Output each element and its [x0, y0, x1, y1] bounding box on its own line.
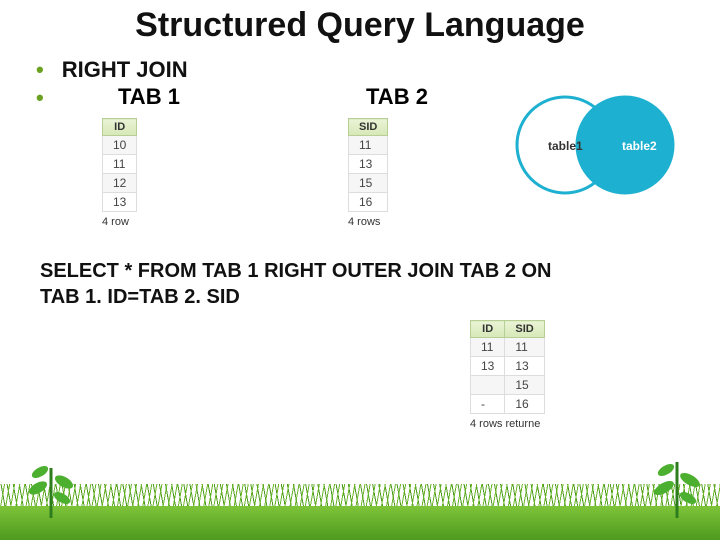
bullet-dot-icon: • [36, 56, 44, 84]
query-line: SELECT * FROM TAB 1 RIGHT OUTER JOIN TAB… [40, 258, 600, 284]
plant-right-icon [652, 454, 702, 518]
result-table-block: ID SID 1111 1313 15 -16 4 rows returne [470, 320, 545, 430]
bullet-dot-icon: • [36, 84, 44, 112]
page-title: Structured Query Language [0, 6, 720, 45]
table-row: 16 [349, 193, 388, 212]
tab2-table-block: SID 11 13 15 16 4 rows [348, 118, 388, 228]
table-row: 1313 [471, 357, 545, 376]
table-row: 11 [349, 136, 388, 155]
tab2-header: SID [349, 119, 388, 136]
slide: Structured Query Language • RIGHT JOIN •… [0, 0, 720, 540]
tab1-rowcount: 4 row [102, 216, 137, 228]
table-row: 15 [349, 174, 388, 193]
plant-left-icon [26, 458, 76, 518]
tab1-header: ID [103, 119, 137, 136]
tab2-heading: TAB 2 [366, 84, 428, 110]
bullet-item: • RIGHT JOIN [36, 56, 188, 84]
venn-right-label: table2 [622, 139, 657, 153]
query-line: TAB 1. ID=TAB 2. SID [40, 284, 600, 310]
venn-diagram: table1 table2 [500, 90, 690, 200]
sql-query: SELECT * FROM TAB 1 RIGHT OUTER JOIN TAB… [40, 258, 600, 310]
tab1-heading: TAB 1 [118, 84, 180, 110]
venn-left-label: table1 [548, 139, 583, 153]
table-row: 10 [103, 136, 137, 155]
table-row: 13 [349, 155, 388, 174]
table-row: 12 [103, 174, 137, 193]
tab1-table: ID 10 11 12 13 [102, 118, 137, 212]
result-header-id: ID [471, 321, 505, 338]
venn-svg: table1 table2 [500, 90, 690, 200]
result-rowcount: 4 rows returne [470, 418, 545, 430]
tab2-rowcount: 4 rows [348, 216, 388, 228]
bullet-text: RIGHT JOIN [62, 56, 188, 84]
tab2-table: SID 11 13 15 16 [348, 118, 388, 212]
table-row: 1111 [471, 338, 545, 357]
tab1-table-block: ID 10 11 12 13 4 row [102, 118, 137, 228]
grass-ground [0, 506, 720, 540]
table-row: -16 [471, 395, 545, 414]
footer-grass [0, 485, 720, 540]
table-row: 11 [103, 155, 137, 174]
result-header-sid: SID [505, 321, 544, 338]
table-row: 15 [471, 376, 545, 395]
result-table: ID SID 1111 1313 15 -16 [470, 320, 545, 414]
table-row: 13 [103, 193, 137, 212]
